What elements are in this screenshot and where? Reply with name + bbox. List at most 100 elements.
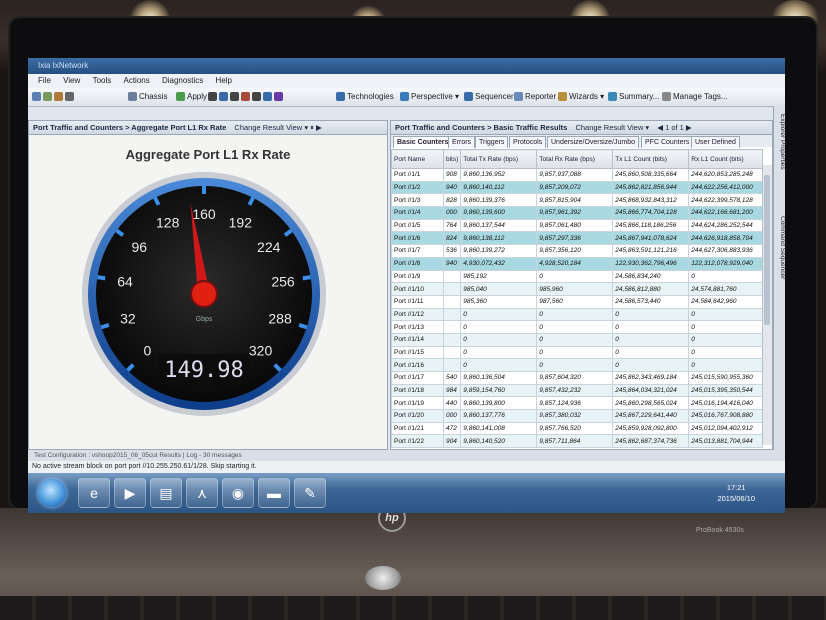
tab-undersize[interactable]: Undersize/Oversize/Jumbo bbox=[547, 136, 640, 148]
media-player-icon[interactable]: ▶ bbox=[114, 478, 146, 508]
table-cell: 24,586,573,440 bbox=[612, 294, 690, 309]
table-cell: 9,860,139,800 bbox=[460, 396, 538, 411]
menu-file[interactable]: File bbox=[38, 76, 51, 85]
table-row[interactable]: Port //1/19 440 9,860,139,800 9,857,124,936… bbox=[391, 396, 764, 411]
tab-pfc-counters[interactable]: PFC Counters bbox=[641, 136, 694, 148]
gauge-hub bbox=[190, 280, 218, 308]
tab-command-sequencer[interactable]: Command Sequencer bbox=[774, 216, 785, 279]
summary-button[interactable]: Summary... bbox=[608, 91, 659, 103]
toolbar-icon-row[interactable] bbox=[208, 91, 285, 103]
table-row[interactable]: Port //1/15 0 0 0 0 bbox=[391, 345, 764, 360]
table-cell: 824 bbox=[442, 231, 462, 246]
toolbar-icons[interactable] bbox=[32, 91, 76, 103]
table-row[interactable]: Port //1/16 0 0 0 0 bbox=[391, 358, 764, 372]
table-row[interactable]: Port //1/3 828 9,860,139,376 9,857,815,904 2… bbox=[391, 193, 764, 208]
explorer-icon[interactable]: ▤ bbox=[150, 478, 182, 508]
tab-explorer-properties[interactable]: Explorer Properties bbox=[774, 114, 785, 170]
col-bits[interactable]: bits) bbox=[442, 149, 462, 169]
table-cell: 24,586,834,240 bbox=[612, 269, 690, 284]
table-cell: 764 bbox=[442, 218, 462, 233]
table-scrollbar[interactable] bbox=[762, 165, 772, 445]
menu-tools[interactable]: Tools bbox=[93, 76, 112, 85]
table-cell: 245,860,298,565,024 bbox=[612, 396, 690, 411]
reporter-button[interactable]: Reporter bbox=[514, 91, 556, 103]
gauge-tick-label: 224 bbox=[257, 239, 281, 255]
wizards-button[interactable]: Wizards ▾ bbox=[558, 91, 604, 103]
gauge: 0 32 64 96 128 160 192224 256 288 320 Gbps 149.98 bbox=[82, 172, 326, 416]
log-status[interactable]: Log - 30 messages bbox=[186, 452, 241, 459]
table-cell: 9,857,061,480 bbox=[536, 218, 614, 233]
ie-icon[interactable]: e bbox=[78, 478, 110, 508]
table-row[interactable]: Port //1/17 540 9,860,136,504 9,857,604,320… bbox=[391, 371, 764, 385]
scrollbar-thumb[interactable] bbox=[764, 175, 770, 325]
table-row[interactable]: Port //1/6 824 9,860,138,112 9,857,297,336 2… bbox=[391, 231, 764, 246]
pager[interactable]: ◀ 1 of 1 ▶ bbox=[657, 123, 691, 132]
taskbar-clock[interactable]: 17:21 2015/06/10 bbox=[717, 482, 755, 504]
table-row[interactable]: Port //1/8 940 4,930,072,432 4,928,520,184 1… bbox=[391, 256, 764, 271]
tab-errors[interactable]: Errors bbox=[448, 136, 476, 148]
col-rx-l1-count[interactable]: Rx L1 Count (bits) bbox=[688, 149, 764, 169]
table-cell: 9,860,139,376 bbox=[460, 193, 538, 208]
chassis-button[interactable]: Chassis bbox=[128, 91, 167, 103]
gauge-readout: 149.98 bbox=[164, 358, 243, 383]
change-result-view-dropdown[interactable]: Change Result View ▾ ⏸ ▶ bbox=[234, 123, 321, 132]
tab-protocols[interactable]: Protocols bbox=[509, 136, 547, 148]
tab-user-defined[interactable]: User Defined bbox=[691, 136, 740, 148]
table-row[interactable]: Port //1/22 904 9,860,140,520 9,857,711,864… bbox=[391, 434, 764, 449]
start-button[interactable] bbox=[38, 479, 66, 507]
col-tx-l1-count[interactable]: Tx L1 Count (bits) bbox=[612, 149, 690, 169]
table-row[interactable]: Port //1/13 0 0 0 0 bbox=[391, 320, 764, 334]
menu-help[interactable]: Help bbox=[216, 76, 232, 85]
table-cell: 24,586,812,880 bbox=[612, 282, 690, 296]
table-row[interactable]: Port //1/14 0 0 0 0 bbox=[391, 332, 764, 347]
menu-view[interactable]: View bbox=[63, 76, 80, 85]
notes-icon[interactable]: ✎ bbox=[294, 478, 326, 508]
table-cell: 0 bbox=[612, 320, 690, 334]
cell-port-name: Port //1/19 bbox=[391, 396, 444, 411]
results-change-view-dropdown[interactable]: Change Result View ▾ bbox=[575, 123, 649, 132]
menu-diagnostics[interactable]: Diagnostics bbox=[162, 76, 203, 85]
table-cell: 540 bbox=[442, 371, 462, 385]
table-row[interactable]: Port //1/18 984 9,859,154,760 9,857,432,232… bbox=[391, 383, 764, 398]
table-row[interactable]: Port //1/21 472 9,860,141,008 9,857,766,520… bbox=[391, 421, 764, 436]
gauge-panel-title: Port Traffic and Counters > Aggregate Po… bbox=[33, 123, 227, 132]
table-row[interactable]: Port //1/2 940 9,860,140,112 9,857,209,072 2… bbox=[391, 180, 764, 195]
perspective-button[interactable]: Perspective ▾ bbox=[400, 91, 459, 103]
toolbar: Chassis Apply Technologies Perspective ▾… bbox=[28, 88, 785, 107]
table-cell: 245,859,928,092,800 bbox=[612, 421, 690, 436]
table-row[interactable]: Port //1/1 908 9,860,136,952 9,857,937,088 2… bbox=[391, 168, 764, 182]
table-cell: 9,860,136,952 bbox=[460, 168, 538, 182]
col-port-name[interactable]: Port Name bbox=[391, 149, 444, 169]
table-cell: 245,862,687,374,736 bbox=[612, 434, 690, 449]
table-row[interactable]: Port //1/5 764 9,860,137,544 9,857,061,480 2… bbox=[391, 218, 764, 233]
table-row[interactable]: Port //1/20 000 9,860,137,776 9,857,380,032… bbox=[391, 409, 764, 423]
gauge-tick-label: 288 bbox=[268, 311, 292, 327]
gauge-tick bbox=[298, 322, 308, 330]
table-cell: 245,864,034,321,024 bbox=[612, 383, 690, 398]
table-row[interactable]: Port //1/7 536 9,860,139,272 9,857,356,120 2… bbox=[391, 244, 764, 258]
table-cell: 440 bbox=[442, 396, 462, 411]
table-row[interactable]: Port //1/12 0 0 0 0 bbox=[391, 307, 764, 322]
menu-bar: File View Tools Actions Diagnostics Help bbox=[28, 74, 785, 88]
table-row[interactable]: Port //1/9 985,192 0 24,586,834,240 0 bbox=[391, 269, 764, 284]
ixnetwork-icon[interactable]: ◉ bbox=[222, 478, 254, 508]
menu-actions[interactable]: Actions bbox=[123, 76, 149, 85]
table-cell: 245,866,118,186,256 bbox=[612, 218, 690, 233]
message-bar: No active stream block on port port //10… bbox=[28, 461, 785, 473]
terminal-icon[interactable]: ▬ bbox=[258, 478, 290, 508]
apply-button[interactable]: Apply bbox=[176, 91, 207, 103]
table-cell bbox=[442, 269, 462, 284]
tab-triggers[interactable]: Triggers bbox=[475, 136, 509, 148]
technologies-button[interactable]: Technologies bbox=[336, 91, 394, 103]
tab-basic-counters[interactable]: Basic Counters bbox=[393, 136, 453, 148]
col-total-rx-rate[interactable]: Total Rx Rate (bps) bbox=[536, 149, 614, 169]
manage-tags-button[interactable]: Manage Tags... bbox=[662, 91, 728, 103]
table-row[interactable]: Port //1/10 985,040 985,960 24,586,812,880 2… bbox=[391, 282, 764, 296]
pdf-icon[interactable]: ⋏ bbox=[186, 478, 218, 508]
gauge-tick bbox=[97, 275, 106, 281]
col-total-tx-rate[interactable]: Total Tx Rate (bps) bbox=[460, 149, 538, 169]
sequencer-button[interactable]: Sequencer bbox=[464, 91, 514, 103]
power-button[interactable] bbox=[365, 566, 401, 590]
table-row[interactable]: Port //1/11 985,360 987,560 24,586,573,440 2… bbox=[391, 294, 764, 309]
table-row[interactable]: Port //1/4 000 9,860,139,600 9,857,961,392 2… bbox=[391, 206, 764, 220]
